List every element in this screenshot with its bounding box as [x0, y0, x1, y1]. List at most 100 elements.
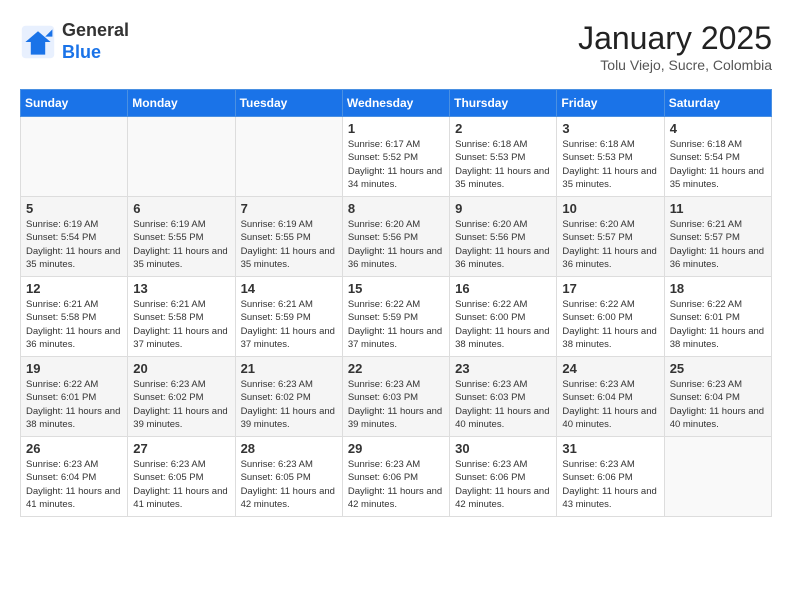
cell-info: Sunrise: 6:23 AMSunset: 6:04 PMDaylight:… [26, 458, 122, 511]
calendar-cell [664, 437, 771, 517]
day-header-thursday: Thursday [450, 90, 557, 117]
cell-info: Sunrise: 6:20 AMSunset: 5:56 PMDaylight:… [348, 218, 444, 271]
day-number: 21 [241, 361, 337, 376]
cell-info: Sunrise: 6:18 AMSunset: 5:53 PMDaylight:… [562, 138, 658, 191]
cell-info: Sunrise: 6:18 AMSunset: 5:54 PMDaylight:… [670, 138, 766, 191]
cell-info: Sunrise: 6:22 AMSunset: 5:59 PMDaylight:… [348, 298, 444, 351]
calendar-cell: 2 Sunrise: 6:18 AMSunset: 5:53 PMDaylight… [450, 117, 557, 197]
calendar-cell: 1 Sunrise: 6:17 AMSunset: 5:52 PMDaylight… [342, 117, 449, 197]
calendar-cell: 20Sunrise: 6:23 AMSunset: 6:02 PMDayligh… [128, 357, 235, 437]
calendar-cell: 29Sunrise: 6:23 AMSunset: 6:06 PMDayligh… [342, 437, 449, 517]
day-number: 12 [26, 281, 122, 296]
cell-info: Sunrise: 6:23 AMSunset: 6:05 PMDaylight:… [241, 458, 337, 511]
cell-info: Sunrise: 6:19 AMSunset: 5:55 PMDaylight:… [241, 218, 337, 271]
cell-info: Sunrise: 6:22 AMSunset: 6:01 PMDaylight:… [26, 378, 122, 431]
day-number: 9 [455, 201, 551, 216]
cell-info: Sunrise: 6:23 AMSunset: 6:05 PMDaylight:… [133, 458, 229, 511]
calendar-cell: 27 Sunrise: 6:23 AMSunset: 6:05 PMDayligh… [128, 437, 235, 517]
day-number: 4 [670, 121, 766, 136]
cell-info: Sunrise: 6:23 AMSunset: 6:06 PMDaylight:… [562, 458, 658, 511]
calendar-cell: 21 Sunrise: 6:23 AMSunset: 6:02 PMDayligh… [235, 357, 342, 437]
cell-info: Sunrise: 6:23 AMSunset: 6:03 PMDaylight:… [348, 378, 444, 431]
calendar-cell: 31 Sunrise: 6:23 AMSunset: 6:06 PMDayligh… [557, 437, 664, 517]
day-number: 27 [133, 441, 229, 456]
logo-icon [20, 24, 56, 60]
day-header-friday: Friday [557, 90, 664, 117]
day-header-wednesday: Wednesday [342, 90, 449, 117]
day-number: 24 [562, 361, 658, 376]
day-number: 1 [348, 121, 444, 136]
calendar-cell: 22 Sunrise: 6:23 AMSunset: 6:03 PMDayligh… [342, 357, 449, 437]
calendar-cell: 15 Sunrise: 6:22 AMSunset: 5:59 PMDayligh… [342, 277, 449, 357]
day-number: 31 [562, 441, 658, 456]
calendar-cell: 16 Sunrise: 6:22 AMSunset: 6:00 PMDayligh… [450, 277, 557, 357]
cell-info: Sunrise: 6:19 AMSunset: 5:54 PMDaylight:… [26, 218, 122, 271]
cell-info: Sunrise: 6:23 AMSunset: 6:02 PMDaylight:… [241, 378, 337, 431]
cell-info: Sunrise: 6:22 AMSunset: 6:00 PMDaylight:… [455, 298, 551, 351]
cell-info: Sunrise: 6:23 AMSunset: 6:04 PMDaylight:… [562, 378, 658, 431]
day-number: 23 [455, 361, 551, 376]
calendar-cell: 11Sunrise: 6:21 AMSunset: 5:57 PMDayligh… [664, 197, 771, 277]
calendar-cell [235, 117, 342, 197]
calendar-cell: 25Sunrise: 6:23 AMSunset: 6:04 PMDayligh… [664, 357, 771, 437]
day-number: 5 [26, 201, 122, 216]
calendar-cell [128, 117, 235, 197]
day-number: 20 [133, 361, 229, 376]
day-number: 13 [133, 281, 229, 296]
cell-info: Sunrise: 6:17 AMSunset: 5:52 PMDaylight:… [348, 138, 444, 191]
cell-info: Sunrise: 6:23 AMSunset: 6:06 PMDaylight:… [348, 458, 444, 511]
cell-info: Sunrise: 6:23 AMSunset: 6:03 PMDaylight:… [455, 378, 551, 431]
calendar-cell: 3 Sunrise: 6:18 AMSunset: 5:53 PMDaylight… [557, 117, 664, 197]
logo: General Blue [20, 20, 129, 63]
month-title: January 2025 [578, 20, 772, 57]
week-row-5: 26Sunrise: 6:23 AMSunset: 6:04 PMDayligh… [21, 437, 772, 517]
day-number: 7 [241, 201, 337, 216]
day-header-sunday: Sunday [21, 90, 128, 117]
day-header-tuesday: Tuesday [235, 90, 342, 117]
calendar-cell: 14 Sunrise: 6:21 AMSunset: 5:59 PMDayligh… [235, 277, 342, 357]
calendar-cell: 26Sunrise: 6:23 AMSunset: 6:04 PMDayligh… [21, 437, 128, 517]
calendar-cell: 10 Sunrise: 6:20 AMSunset: 5:57 PMDayligh… [557, 197, 664, 277]
day-number: 28 [241, 441, 337, 456]
location-subtitle: Tolu Viejo, Sucre, Colombia [578, 57, 772, 73]
day-header-monday: Monday [128, 90, 235, 117]
cell-info: Sunrise: 6:22 AMSunset: 6:01 PMDaylight:… [670, 298, 766, 351]
week-row-2: 5 Sunrise: 6:19 AMSunset: 5:54 PMDaylight… [21, 197, 772, 277]
day-number: 10 [562, 201, 658, 216]
calendar-cell: 23 Sunrise: 6:23 AMSunset: 6:03 PMDayligh… [450, 357, 557, 437]
day-number: 14 [241, 281, 337, 296]
calendar-cell: 19Sunrise: 6:22 AMSunset: 6:01 PMDayligh… [21, 357, 128, 437]
day-number: 3 [562, 121, 658, 136]
cell-info: Sunrise: 6:21 AMSunset: 5:59 PMDaylight:… [241, 298, 337, 351]
calendar-cell [21, 117, 128, 197]
calendar-cell: 18Sunrise: 6:22 AMSunset: 6:01 PMDayligh… [664, 277, 771, 357]
day-number: 22 [348, 361, 444, 376]
calendar-cell: 28 Sunrise: 6:23 AMSunset: 6:05 PMDayligh… [235, 437, 342, 517]
day-number: 17 [562, 281, 658, 296]
calendar-cell: 9 Sunrise: 6:20 AMSunset: 5:56 PMDaylight… [450, 197, 557, 277]
day-number: 25 [670, 361, 766, 376]
cell-info: Sunrise: 6:21 AMSunset: 5:58 PMDaylight:… [133, 298, 229, 351]
calendar-cell: 5 Sunrise: 6:19 AMSunset: 5:54 PMDaylight… [21, 197, 128, 277]
day-number: 8 [348, 201, 444, 216]
day-number: 16 [455, 281, 551, 296]
cell-info: Sunrise: 6:23 AMSunset: 6:06 PMDaylight:… [455, 458, 551, 511]
calendar-table: SundayMondayTuesdayWednesdayThursdayFrid… [20, 89, 772, 517]
calendar-cell: 6Sunrise: 6:19 AMSunset: 5:55 PMDaylight… [128, 197, 235, 277]
cell-info: Sunrise: 6:18 AMSunset: 5:53 PMDaylight:… [455, 138, 551, 191]
day-header-saturday: Saturday [664, 90, 771, 117]
day-number: 11 [670, 201, 766, 216]
calendar-cell: 17Sunrise: 6:22 AMSunset: 6:00 PMDayligh… [557, 277, 664, 357]
day-number: 15 [348, 281, 444, 296]
day-number: 30 [455, 441, 551, 456]
cell-info: Sunrise: 6:21 AMSunset: 5:58 PMDaylight:… [26, 298, 122, 351]
calendar-cell: 12 Sunrise: 6:21 AMSunset: 5:58 PMDayligh… [21, 277, 128, 357]
calendar-cell: 8 Sunrise: 6:20 AMSunset: 5:56 PMDaylight… [342, 197, 449, 277]
header-row: SundayMondayTuesdayWednesdayThursdayFrid… [21, 90, 772, 117]
calendar-cell: 30 Sunrise: 6:23 AMSunset: 6:06 PMDayligh… [450, 437, 557, 517]
logo-text: General Blue [62, 20, 129, 63]
cell-info: Sunrise: 6:20 AMSunset: 5:56 PMDaylight:… [455, 218, 551, 271]
day-number: 2 [455, 121, 551, 136]
cell-info: Sunrise: 6:20 AMSunset: 5:57 PMDaylight:… [562, 218, 658, 271]
cell-info: Sunrise: 6:19 AMSunset: 5:55 PMDaylight:… [133, 218, 229, 271]
